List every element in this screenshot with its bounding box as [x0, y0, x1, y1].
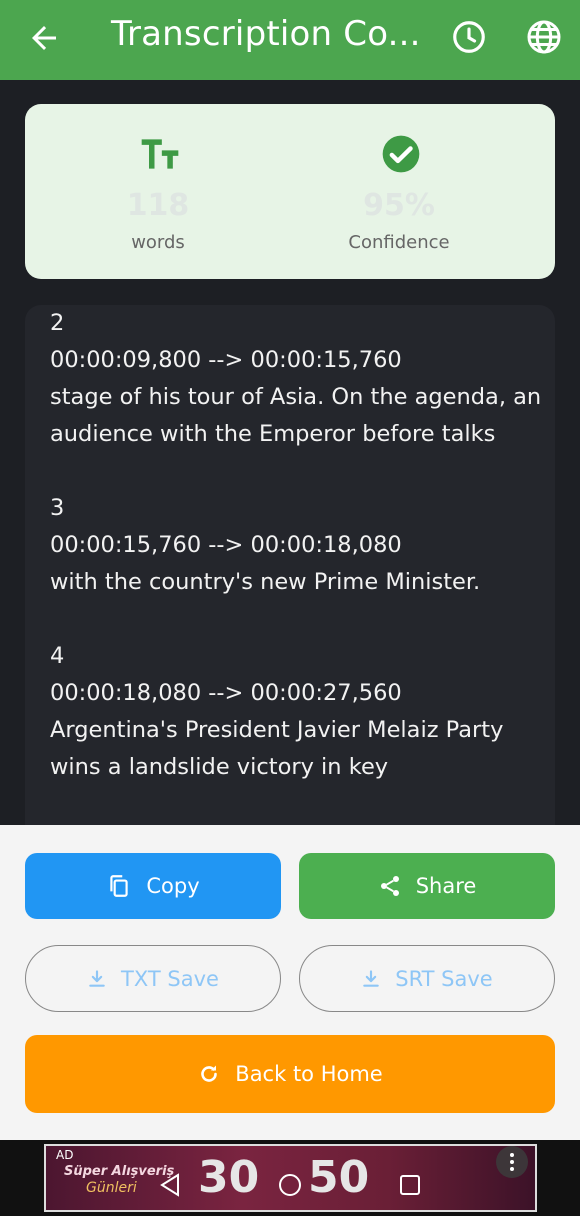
app-bar: Transcription Co... — [0, 0, 580, 80]
copy-icon — [110, 875, 129, 897]
nav-recents-icon[interactable] — [399, 1174, 421, 1196]
check-circle-icon — [382, 135, 420, 173]
word-count-label: words — [131, 232, 185, 253]
back-to-home-label: Back to Home — [235, 1062, 383, 1086]
confidence-stat: 95% Confidence — [299, 104, 499, 279]
confidence-value: 95% — [363, 188, 435, 223]
action-panel: Copy Share TXT Save SRT Save Back to Hom… — [0, 825, 580, 1140]
download-icon — [89, 969, 105, 987]
text-size-icon — [141, 139, 179, 169]
ad-options-button[interactable] — [496, 1146, 528, 1178]
page-title: Transcription Co... — [111, 14, 421, 54]
copy-label: Copy — [146, 874, 200, 898]
ad-tag: AD — [56, 1148, 74, 1162]
copy-button[interactable]: Copy — [25, 853, 281, 919]
srt-save-label: SRT Save — [395, 966, 493, 991]
share-label: Share — [415, 874, 477, 898]
more-vert-icon — [510, 1153, 514, 1171]
txt-save-label: TXT Save — [121, 966, 219, 991]
ad-line-2: Günleri — [86, 1180, 137, 1196]
globe-icon[interactable] — [524, 17, 564, 57]
download-icon — [363, 969, 380, 987]
word-count-value: 118 — [126, 188, 190, 223]
ad-number-1: 30 — [198, 1152, 260, 1203]
stats-card: 118 words 95% Confidence — [25, 104, 555, 279]
word-count-stat: 118 words — [58, 104, 258, 279]
share-button[interactable]: Share — [299, 853, 555, 919]
back-to-home-button[interactable]: Back to Home — [25, 1035, 555, 1113]
arrow-left-icon[interactable] — [26, 20, 62, 56]
srt-save-button[interactable]: SRT Save — [299, 945, 555, 1012]
nav-home-icon[interactable] — [278, 1173, 302, 1197]
ad-number-2: 50 — [308, 1152, 370, 1203]
share-icon — [380, 876, 399, 896]
transcript-text: 2 00:00:09,800 --> 00:00:15,760 stage of… — [50, 310, 542, 780]
transcript-panel[interactable]: 2 00:00:09,800 --> 00:00:15,760 stage of… — [25, 305, 555, 825]
clock-icon[interactable] — [450, 18, 488, 56]
nav-back-icon[interactable] — [158, 1172, 182, 1198]
txt-save-button[interactable]: TXT Save — [25, 945, 281, 1012]
refresh-icon — [201, 1065, 218, 1082]
confidence-label: Confidence — [348, 232, 450, 253]
